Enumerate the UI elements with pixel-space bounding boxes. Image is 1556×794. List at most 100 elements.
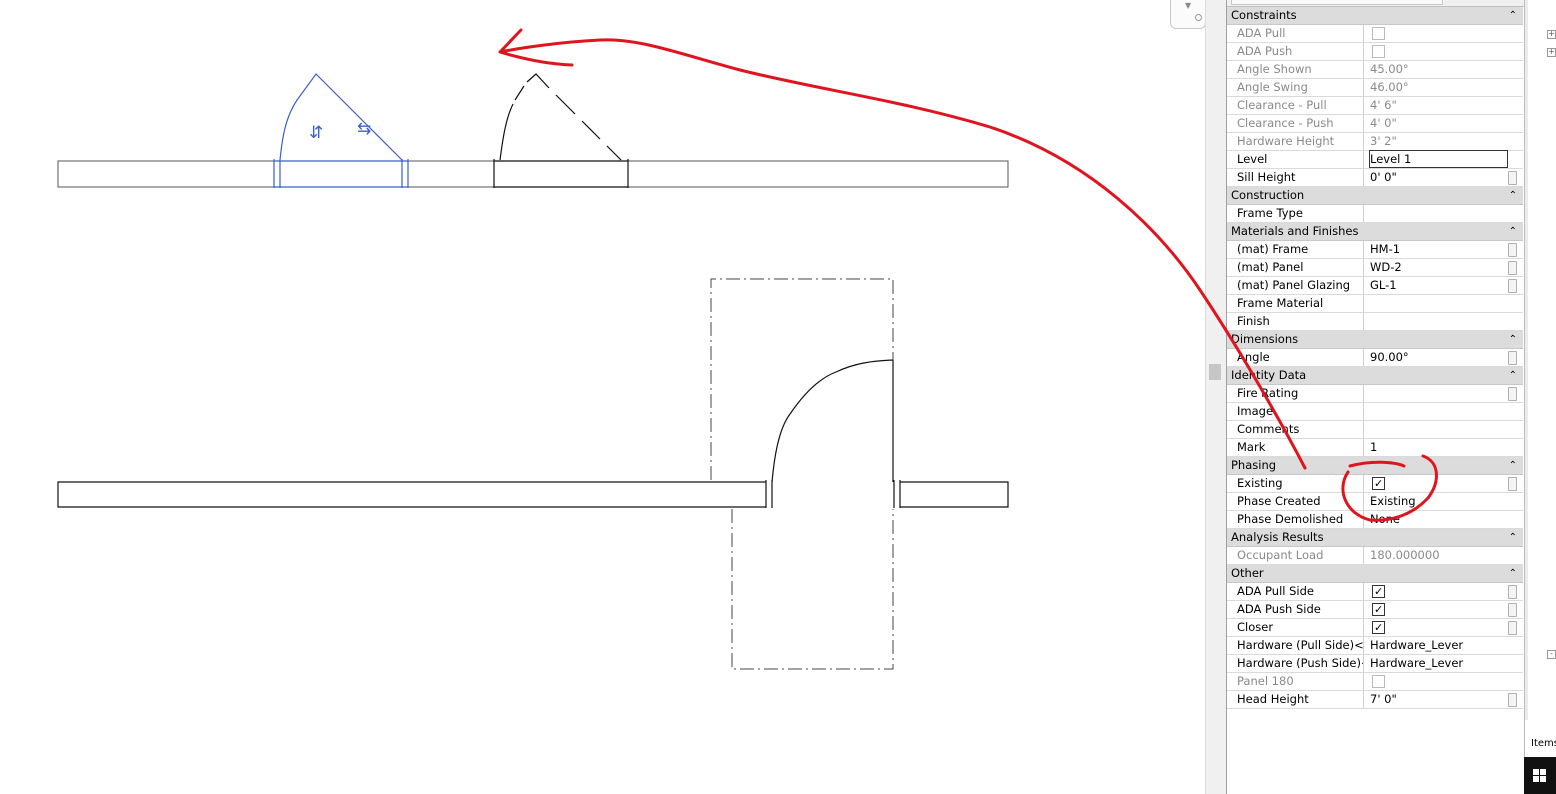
edit-button[interactable] [1508, 693, 1517, 707]
collapse-chevron-icon[interactable]: ⌃ [1509, 331, 1517, 348]
tree-expand-icon[interactable]: + [1547, 30, 1556, 39]
property-value[interactable] [1370, 205, 1510, 222]
chevron-down-icon[interactable]: ▼ [1185, 1, 1191, 10]
property-value[interactable]: Existing [1370, 493, 1510, 510]
edit-button[interactable] [1508, 603, 1517, 617]
group-header-identity[interactable]: Identity Data ⌃ [1227, 367, 1523, 385]
items-label: Items [1531, 738, 1556, 749]
property-row[interactable]: Head Height 7' 0" [1227, 691, 1523, 709]
group-header-materials[interactable]: Materials and Finishes ⌃ [1227, 223, 1523, 241]
splitter-scroll-area[interactable] [1205, 0, 1226, 794]
property-row[interactable]: Panel 180 [1227, 673, 1523, 691]
property-row[interactable]: Finish [1227, 313, 1523, 331]
edit-button[interactable] [1508, 621, 1517, 635]
edit-button[interactable] [1508, 585, 1517, 599]
edit-button[interactable] [1508, 351, 1517, 365]
group-header-dimensions[interactable]: Dimensions ⌃ [1227, 331, 1523, 349]
group-label: Dimensions [1231, 332, 1299, 346]
property-row[interactable]: Existing [1227, 475, 1523, 493]
property-value[interactable]: None [1370, 511, 1510, 528]
property-value[interactable]: GL-1 [1370, 277, 1510, 294]
collapse-chevron-icon[interactable]: ⌃ [1509, 7, 1517, 24]
property-row[interactable]: Angle Swing 46.00° [1227, 79, 1523, 97]
property-value[interactable] [1370, 403, 1510, 420]
tree-expand-icon[interactable]: + [1547, 48, 1556, 57]
selected-door[interactable] [273, 73, 409, 188]
property-value[interactable]: Hardware_Lever [1370, 655, 1510, 672]
property-value[interactable]: HM-1 [1370, 241, 1510, 258]
property-value: 4' 0" [1370, 116, 1397, 130]
property-name: Closer [1227, 619, 1364, 636]
group-header-phasing[interactable]: Phasing ⌃ [1227, 457, 1523, 475]
collapse-chevron-icon[interactable]: ⌃ [1509, 367, 1517, 384]
property-row[interactable]: Angle Shown 45.00° [1227, 61, 1523, 79]
property-checkbox[interactable] [1372, 583, 1385, 600]
property-row[interactable]: Closer [1227, 619, 1523, 637]
edit-button[interactable] [1508, 243, 1517, 257]
property-row[interactable]: Clearance - Pull 4' 6" [1227, 97, 1523, 115]
flip-vertical-icon[interactable]: ⇵ [309, 123, 323, 143]
edit-button[interactable] [1508, 279, 1517, 293]
splitter-grip[interactable] [1209, 364, 1221, 380]
property-row[interactable]: ADA Push Side [1227, 601, 1523, 619]
group-header-construction[interactable]: Construction ⌃ [1227, 187, 1523, 205]
collapse-chevron-icon[interactable]: ⌃ [1509, 565, 1517, 582]
group-header-other[interactable]: Other ⌃ [1227, 565, 1523, 583]
group-label: Identity Data [1231, 368, 1307, 382]
property-value[interactable]: 0' 0" [1370, 169, 1510, 186]
property-row[interactable]: Sill Height 0' 0" [1227, 169, 1523, 187]
property-row[interactable]: Fire Rating [1227, 385, 1523, 403]
property-checkbox[interactable] [1372, 601, 1385, 618]
edit-button[interactable] [1508, 261, 1517, 275]
property-value[interactable]: 7' 0" [1370, 691, 1510, 708]
group-header-constraints[interactable]: Constraints ⌃ [1227, 7, 1523, 25]
property-row[interactable]: Hardware (Push Side)<... Hardware_Lever [1227, 655, 1523, 673]
property-value[interactable]: Hardware_Lever [1370, 637, 1510, 654]
edit-button[interactable] [1508, 477, 1517, 491]
zoom-icon[interactable] [1195, 14, 1202, 21]
property-value[interactable] [1370, 385, 1510, 402]
property-row[interactable]: ADA Pull Side [1227, 583, 1523, 601]
windows-logo-icon[interactable] [1524, 757, 1556, 794]
property-row[interactable]: ADA Push [1227, 43, 1523, 61]
flip-horizontal-icon[interactable]: ⇆ [357, 119, 371, 139]
property-value[interactable]: 90.00° [1370, 349, 1510, 366]
navigation-bar-widget[interactable]: ▼ [1170, 0, 1206, 29]
drawing-canvas[interactable]: ⇵ ⇆ ▼ [0, 0, 1206, 794]
property-row[interactable]: Frame Material [1227, 295, 1523, 313]
property-row[interactable]: Occupant Load 180.000000 [1227, 547, 1523, 565]
property-row[interactable]: Comments [1227, 421, 1523, 439]
property-row[interactable]: ADA Pull [1227, 25, 1523, 43]
property-row[interactable]: Phase Created Existing [1227, 493, 1523, 511]
edit-button[interactable] [1508, 387, 1517, 401]
property-value[interactable]: Level 1 [1369, 150, 1508, 168]
property-value[interactable] [1370, 295, 1510, 312]
collapse-chevron-icon[interactable]: ⌃ [1509, 187, 1517, 204]
property-row[interactable]: Angle 90.00° [1227, 349, 1523, 367]
property-value[interactable] [1370, 313, 1510, 330]
property-checkbox[interactable] [1372, 475, 1385, 492]
property-row[interactable]: Level Level 1 [1227, 150, 1523, 169]
property-row[interactable]: (mat) Panel Glazing GL-1 [1227, 277, 1523, 295]
property-row[interactable]: Phase Demolished None [1227, 511, 1523, 529]
edit-button[interactable] [1508, 171, 1517, 185]
group-header-analysis[interactable]: Analysis Results ⌃ [1227, 529, 1523, 547]
property-value[interactable] [1370, 421, 1510, 438]
property-row[interactable]: Mark 1 [1227, 439, 1523, 457]
property-row[interactable]: Frame Type [1227, 205, 1523, 223]
collapse-chevron-icon[interactable]: ⌃ [1509, 529, 1517, 546]
property-row[interactable]: (mat) Frame HM-1 [1227, 241, 1523, 259]
collapse-chevron-icon[interactable]: ⌃ [1509, 457, 1517, 474]
property-value[interactable]: WD-2 [1370, 259, 1510, 276]
collapse-chevron-icon[interactable]: ⌃ [1509, 223, 1517, 240]
tree-collapse-icon[interactable]: - [1547, 650, 1556, 659]
property-row[interactable]: Image [1227, 403, 1523, 421]
property-value[interactable]: 1 [1370, 439, 1510, 456]
property-row[interactable]: (mat) Panel WD-2 [1227, 259, 1523, 277]
property-row[interactable]: Clearance - Push 4' 0" [1227, 115, 1523, 133]
property-row[interactable]: Hardware Height 3' 2" [1227, 133, 1523, 151]
property-row[interactable]: Hardware (Pull Side)<E... Hardware_Lever [1227, 637, 1523, 655]
panel-scrollbar[interactable] [1525, 0, 1528, 720]
property-name: Finish [1227, 313, 1364, 330]
property-checkbox[interactable] [1372, 619, 1385, 636]
